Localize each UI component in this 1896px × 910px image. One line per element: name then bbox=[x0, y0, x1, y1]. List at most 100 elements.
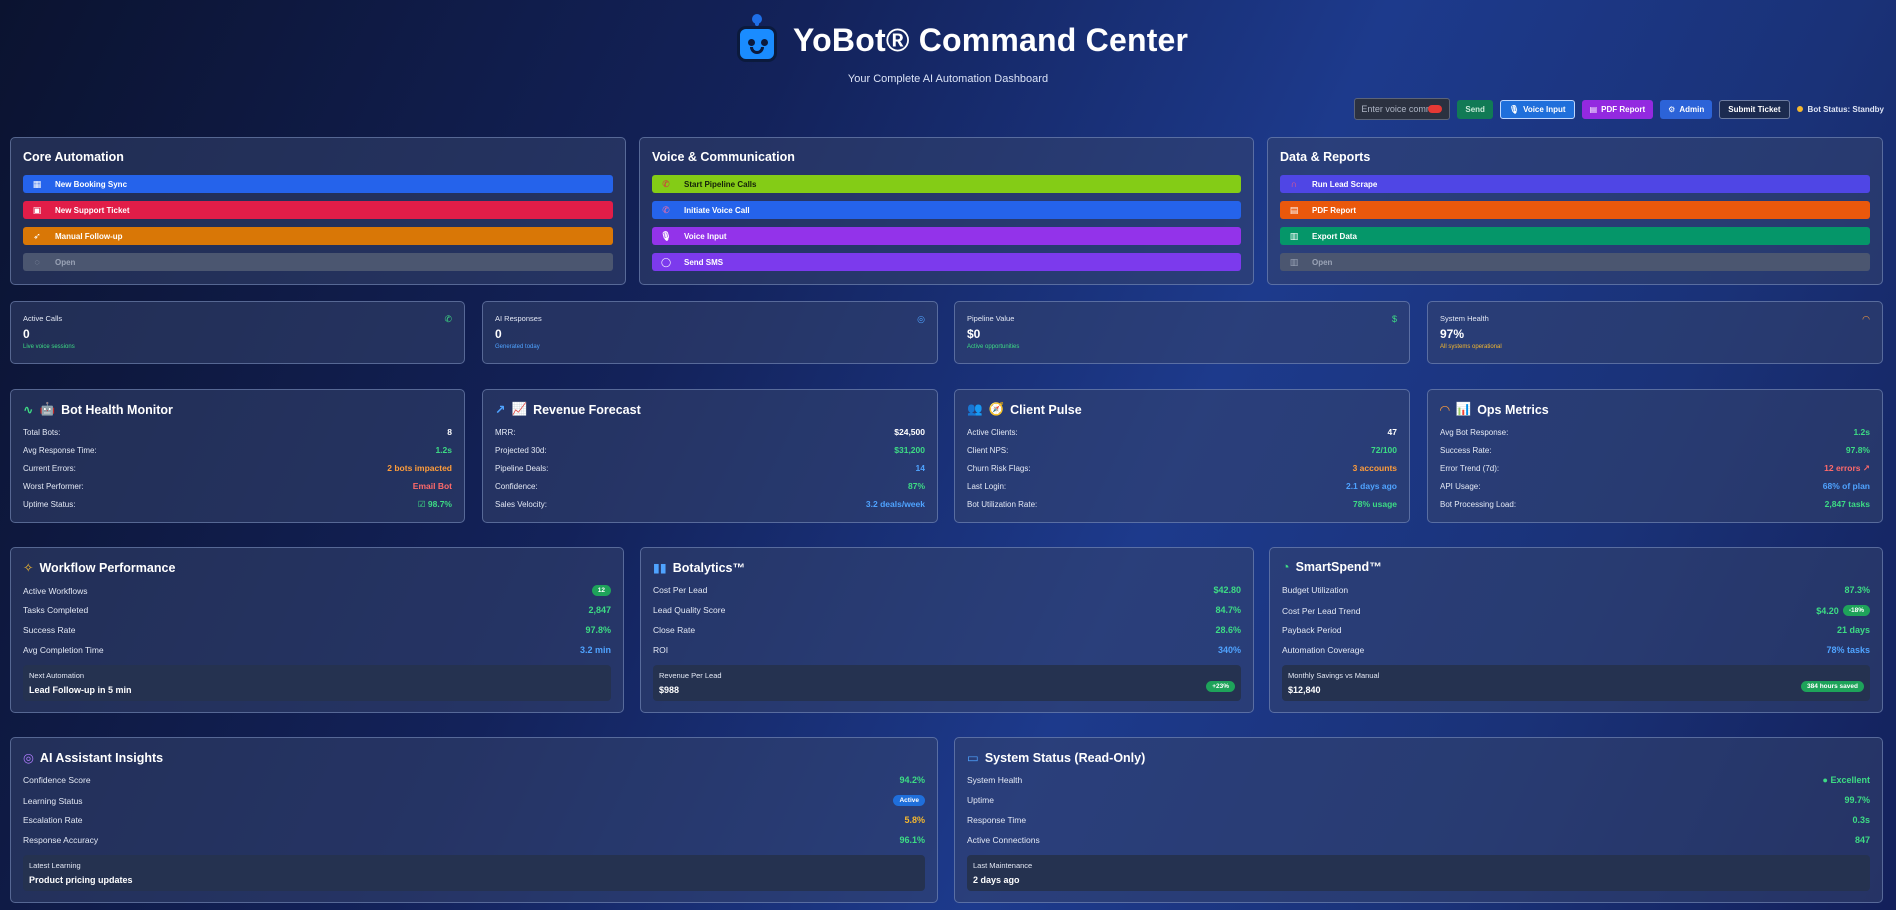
metric-row: Pipeline Deals: 14 bbox=[495, 463, 925, 473]
metric-value: $31,200 bbox=[894, 445, 925, 455]
card-title: 👥 🧭 Client Pulse bbox=[967, 402, 1082, 417]
voice-input-action-button[interactable]: 🎙 Voice Input bbox=[652, 227, 1241, 245]
ai-assistant-insights-card: ◎ AI Assistant Insights Confidence Score 9… bbox=[10, 737, 938, 903]
metric-value: 78% tasks bbox=[1826, 645, 1870, 655]
bar-chart-icon: ▮▮ bbox=[653, 561, 667, 575]
box-value: 2 days ago bbox=[973, 875, 1020, 885]
ticket-icon: ▣ bbox=[32, 204, 42, 215]
submit-ticket-button[interactable]: Submit Ticket bbox=[1719, 99, 1790, 119]
monitor-icon: ▭ bbox=[967, 751, 979, 765]
metric-value: 87.3% bbox=[1844, 585, 1870, 595]
system-health-stat: System Health 97% All systems operationa… bbox=[1427, 301, 1883, 364]
core-open-button[interactable]: ◌ Open bbox=[23, 253, 613, 271]
card-title: ✧ Workflow Performance bbox=[23, 560, 176, 576]
metric-label: Response Accuracy bbox=[23, 835, 99, 845]
metric-label: Bot Utilization Rate: bbox=[967, 499, 1038, 509]
run-lead-scrape-button[interactable]: ∩ Run Lead Scrape bbox=[1280, 175, 1870, 193]
hours-saved-badge: 384 hours saved bbox=[1801, 681, 1864, 692]
metric-label: Uptime bbox=[967, 795, 994, 805]
document-icon: ▤ bbox=[1289, 204, 1299, 215]
new-booking-sync-button[interactable]: ▦ New Booking Sync bbox=[23, 175, 613, 193]
export-data-button[interactable]: ▥ Export Data bbox=[1280, 227, 1870, 245]
stat-sub: Generated today bbox=[495, 344, 540, 350]
metric-label: Active Workflows bbox=[23, 585, 88, 596]
stat-sub: Active opportunities bbox=[967, 344, 1020, 350]
metric-row: Active Workflows 12 bbox=[23, 585, 611, 596]
metric-value: $4.20 bbox=[1816, 605, 1839, 616]
metric-row: Cost Per Lead $42.80 bbox=[653, 585, 1241, 595]
button-label: Start Pipeline Calls bbox=[684, 179, 757, 189]
check-icon: ☑ bbox=[417, 499, 428, 509]
metric-label: Avg Bot Response: bbox=[1440, 427, 1509, 437]
metric-row: Confidence Score 94.2% bbox=[23, 775, 925, 785]
stat-value: 0 bbox=[23, 327, 30, 341]
box-value: Product pricing updates bbox=[29, 875, 133, 885]
button-label: Initiate Voice Call bbox=[684, 205, 750, 215]
last-maintenance-box: Last Maintenance 2 days ago bbox=[967, 855, 1870, 891]
card-title: ◔ SmartSpend™ bbox=[1282, 560, 1382, 574]
card-title-text: Workflow Performance bbox=[39, 560, 176, 575]
voice-input-button[interactable]: 🎙 Voice Input bbox=[1499, 99, 1575, 119]
manual-follow-up-button[interactable]: ➶ Manual Follow-up bbox=[23, 227, 613, 245]
workflow-performance-card: ✧ Workflow Performance Active Workflows 12… bbox=[10, 547, 624, 713]
next-automation-box: Next Automation Lead Follow-up in 5 min bbox=[23, 665, 611, 701]
metric-label: Response Time bbox=[967, 815, 1027, 825]
metric-value: 3.2 deals/week bbox=[865, 499, 925, 509]
metric-label: Success Rate bbox=[23, 625, 76, 635]
voice-input-label: Voice Input bbox=[1523, 104, 1566, 114]
bot-status: Bot Status: Standby bbox=[1796, 104, 1884, 114]
button-label: Run Lead Scrape bbox=[1312, 179, 1378, 189]
toolbar: Send 🎙 Voice Input ▤ PDF Report ⚙ Admin … bbox=[1354, 98, 1884, 120]
metric-row: Projected 30d: $31,200 bbox=[495, 445, 925, 455]
stat-label: System Health bbox=[1440, 314, 1489, 323]
button-label: PDF Report bbox=[1312, 205, 1356, 215]
send-sms-button[interactable]: ◯ Send SMS bbox=[652, 253, 1241, 271]
bar-chart-icon: 📊 bbox=[1455, 402, 1472, 416]
metric-row: Success Rate 97.8% bbox=[23, 625, 611, 635]
send-button[interactable]: Send bbox=[1457, 99, 1493, 119]
metric-row: Uptime 99.7% bbox=[967, 795, 1870, 805]
card-title: ▮▮ Botalytics™ bbox=[653, 560, 746, 576]
metric-label: Last Login: bbox=[967, 481, 1007, 491]
panel-title: Voice & Communication bbox=[652, 150, 795, 164]
robot-icon: 🤖 bbox=[39, 402, 56, 416]
new-support-ticket-button[interactable]: ▣ New Support Ticket bbox=[23, 201, 613, 219]
box-label: Revenue Per Lead bbox=[659, 671, 722, 680]
metric-label: Cost Per Lead bbox=[653, 585, 708, 595]
metric-label: Avg Response Time: bbox=[23, 445, 97, 455]
metric-label: Escalation Rate bbox=[23, 815, 83, 825]
count-badge: 12 bbox=[591, 585, 611, 596]
admin-button[interactable]: ⚙ Admin bbox=[1660, 99, 1713, 119]
initiate-voice-call-button[interactable]: ✆ Initiate Voice Call bbox=[652, 201, 1241, 219]
metric-value: 84.7% bbox=[1215, 605, 1241, 615]
metric-label: Client NPS: bbox=[967, 445, 1009, 455]
metric-row: Confidence: 87% bbox=[495, 481, 925, 491]
gear-icon: ⚙ bbox=[1668, 104, 1676, 114]
magnet-icon: ∩ bbox=[1290, 179, 1298, 189]
metric-row: Client NPS: 72/100 bbox=[967, 445, 1397, 455]
stat-sub: All systems operational bbox=[1440, 344, 1502, 350]
pdf-report-action-button[interactable]: ▤ PDF Report bbox=[1280, 201, 1870, 219]
metric-row: Worst Performer: Email Bot bbox=[23, 481, 452, 491]
metric-value: 12 errors ↗ bbox=[1824, 463, 1870, 473]
start-pipeline-calls-button[interactable]: ✆ Start Pipeline Calls bbox=[652, 175, 1241, 193]
button-label: Send SMS bbox=[684, 257, 724, 267]
metric-row: Avg Completion Time 3.2 min bbox=[23, 645, 611, 655]
metric-label: Payback Period bbox=[1282, 625, 1342, 635]
metric-row: Bot Processing Load: 2,847 tasks bbox=[1440, 499, 1870, 509]
bot-status-text: Bot Status: Standby bbox=[1807, 104, 1884, 114]
phone-icon: ✆ bbox=[444, 314, 452, 324]
page-subtitle: Your Complete AI Automation Dashboard bbox=[847, 73, 1049, 85]
data-reports-panel: Data & Reports ∩ Run Lead Scrape ▤ PDF Rep… bbox=[1267, 137, 1883, 285]
pie-icon: ◔ bbox=[1282, 560, 1290, 574]
metric-row: Uptime Status: ☑ 98.7% bbox=[23, 499, 452, 510]
calendar-icon: ▦ bbox=[32, 178, 42, 189]
metric-row: Automation Coverage 78% tasks bbox=[1282, 645, 1870, 655]
card-title-text: Botalytics™ bbox=[672, 560, 746, 575]
metric-row: Sales Velocity: 3.2 deals/week bbox=[495, 499, 925, 509]
metric-row: Lead Quality Score 84.7% bbox=[653, 605, 1241, 615]
trend-up-icon: ↗ bbox=[495, 403, 506, 417]
metric-row: Active Connections 847 bbox=[967, 835, 1870, 845]
pdf-report-button[interactable]: ▤ PDF Report bbox=[1581, 99, 1654, 119]
data-open-button[interactable]: ▥ Open bbox=[1280, 253, 1870, 271]
